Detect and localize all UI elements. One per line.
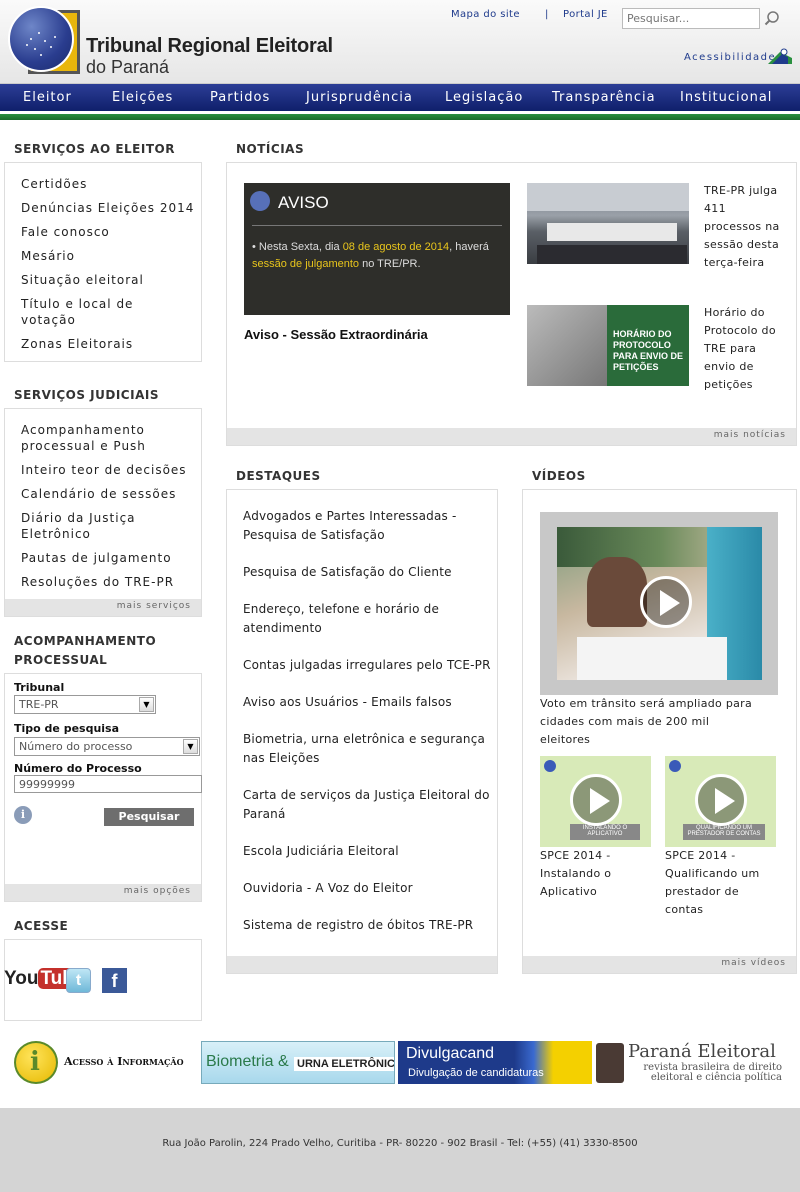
acesso-informacao-label: Acesso à Informação bbox=[64, 1055, 184, 1068]
twitter-icon[interactable]: t bbox=[66, 968, 91, 993]
site-subtitle[interactable]: do Paraná bbox=[86, 57, 169, 78]
videos-title: VÍDEOS bbox=[532, 469, 586, 483]
portal-je-link[interactable]: Portal JE bbox=[563, 9, 608, 20]
acompanhamento-title-2: PROCESSUAL bbox=[14, 653, 108, 667]
video-caption[interactable]: SPCE 2014 - Qualificando um prestador de… bbox=[665, 847, 775, 919]
biometria-banner[interactable]: Biometria & URNA ELETRÔNICA bbox=[201, 1041, 395, 1084]
parana-eleitoral-banner[interactable]: Paraná Eleitoral revista brasileira de d… bbox=[596, 1041, 786, 1084]
servicos-eleitor-title: SERVIÇOS AO ELEITOR bbox=[14, 142, 175, 156]
nav-transparencia[interactable]: Transparência bbox=[552, 90, 656, 105]
news-item-protocolo[interactable]: Horário do Protocolo do TRE para envio d… bbox=[704, 304, 784, 394]
sidebar-item-calendario[interactable]: Calendário de sessões bbox=[21, 486, 176, 502]
acompanhamento-title: ACOMPANHAMENTO bbox=[14, 634, 157, 648]
video-thumbnail[interactable]: QUALIFICANDO UM PRESTADOR DE CONTAS bbox=[665, 756, 776, 847]
destaque-item[interactable]: Carta de serviços da Justiça Eleitoral d… bbox=[243, 786, 493, 824]
news-item-sessao[interactable]: TRE-PR julga 411 processos na sessão des… bbox=[704, 182, 784, 272]
nav-eleicoes[interactable]: Eleições bbox=[112, 90, 173, 105]
destaques-title: DESTAQUES bbox=[236, 469, 321, 483]
destaque-item[interactable]: Contas julgadas irregulares pelo TCE-PR bbox=[243, 656, 493, 675]
sidebar-item-situacao[interactable]: Situação eleitoral bbox=[21, 272, 144, 288]
chevron-down-icon[interactable]: ▼ bbox=[139, 697, 154, 712]
main-video-caption[interactable]: Voto em trânsito será ampliado para cida… bbox=[540, 695, 760, 749]
tipo-pesquisa-select[interactable]: Número do processo ▼ bbox=[14, 737, 200, 756]
acesso-informacao-banner[interactable]: i Acesso à Informação bbox=[14, 1041, 194, 1084]
pesquisar-button[interactable]: Pesquisar bbox=[104, 808, 194, 826]
play-icon[interactable] bbox=[640, 576, 692, 628]
sessao-thumbnail[interactable] bbox=[527, 183, 689, 264]
tipo-pesquisa-label: Tipo de pesquisa bbox=[14, 722, 120, 735]
search-icon[interactable] bbox=[764, 10, 780, 26]
tribunal-select[interactable]: TRE-PR ▼ bbox=[14, 695, 156, 714]
servicos-judiciais-box: Acompanhamento processual e Push Inteiro… bbox=[4, 408, 202, 617]
noticias-title: NOTÍCIAS bbox=[236, 142, 305, 156]
play-icon[interactable] bbox=[570, 774, 622, 826]
sidebar-item-acompanhamento[interactable]: Acompanhamento processual e Push bbox=[21, 422, 181, 454]
destaque-item[interactable]: Pesquisa de Satisfação do Cliente bbox=[243, 563, 493, 582]
divulgacand-banner[interactable]: Divulgacand Divulgação de candidaturas bbox=[398, 1041, 592, 1084]
mais-servicos-link[interactable]: mais serviços bbox=[117, 601, 191, 611]
chevron-down-icon[interactable]: ▼ bbox=[183, 739, 198, 754]
tribunal-label: Tribunal bbox=[14, 681, 65, 694]
tre-logo[interactable] bbox=[8, 6, 80, 74]
search-input[interactable] bbox=[622, 8, 760, 29]
destaque-item[interactable]: Sistema de registro de óbitos TRE-PR bbox=[243, 916, 493, 935]
nav-eleitor[interactable]: Eleitor bbox=[23, 90, 72, 105]
play-icon[interactable] bbox=[695, 774, 747, 826]
nav-institucional[interactable]: Institucional bbox=[680, 90, 772, 105]
sidebar-item-denuncias[interactable]: Denúncias Eleições 2014 bbox=[21, 200, 194, 216]
accessibility-link[interactable]: Acessibilidade bbox=[684, 52, 776, 63]
main-nav: Eleitor Eleições Partidos Jurisprudência… bbox=[0, 84, 800, 114]
tipo-pesquisa-value: Número do processo bbox=[19, 740, 133, 753]
nav-partidos[interactable]: Partidos bbox=[210, 90, 270, 105]
video-thumbnail[interactable]: INSTALANDO O APLICATIVO bbox=[540, 756, 651, 847]
mais-videos-link[interactable]: mais vídeos bbox=[721, 958, 786, 968]
site-header: Tribunal Regional Eleitoral do Paraná Ma… bbox=[0, 0, 800, 84]
destaque-item[interactable]: Ouvidoria - A Voz do Eleitor bbox=[243, 879, 493, 898]
info-icon[interactable]: i bbox=[14, 806, 32, 824]
nav-jurisprudencia[interactable]: Jurisprudência bbox=[306, 90, 413, 105]
sidebar-item-inteiro-teor[interactable]: Inteiro teor de decisões bbox=[21, 462, 187, 478]
sidebar-item-mesario[interactable]: Mesário bbox=[21, 248, 75, 264]
facebook-icon[interactable]: f bbox=[102, 968, 127, 993]
sitemap-link[interactable]: Mapa do site bbox=[451, 9, 520, 20]
main-video-thumbnail[interactable] bbox=[540, 512, 778, 695]
aviso-feature-image[interactable]: AVISO • Nesta Sexta, dia 08 de agosto de… bbox=[244, 183, 510, 315]
sidebar-item-certidoes[interactable]: Certidões bbox=[21, 176, 87, 192]
numero-processo-input[interactable]: 99999999 bbox=[14, 775, 202, 793]
aviso-image-text: • Nesta Sexta, dia 08 de agosto de 2014,… bbox=[252, 241, 489, 270]
mais-opcoes-link[interactable]: mais opções bbox=[124, 886, 191, 896]
accessibility-icon[interactable] bbox=[768, 48, 792, 64]
aviso-headline[interactable]: Aviso - Sessão Extraordinária bbox=[244, 327, 428, 342]
video-thumb-text: INSTALANDO O APLICATIVO bbox=[570, 824, 640, 840]
video-thumb-text: QUALIFICANDO UM PRESTADOR DE CONTAS bbox=[683, 824, 765, 840]
info-icon: i bbox=[30, 1047, 40, 1077]
sidebar-item-diario[interactable]: Diário da Justiça Eletrônico bbox=[21, 510, 171, 542]
destaque-item[interactable]: Aviso aos Usuários - Emails falsos bbox=[243, 693, 493, 712]
nav-legislacao[interactable]: Legislação bbox=[445, 90, 523, 105]
protocolo-thumb-text: HORÁRIO DO PROTOCOLO PARA ENVIO DE PETIÇ… bbox=[607, 305, 689, 386]
numero-processo-label: Número do Processo bbox=[14, 762, 142, 775]
destaque-item[interactable]: Advogados e Partes Interessadas - Pesqui… bbox=[243, 507, 493, 545]
footer-address: Rua João Parolin, 224 Prado Velho, Curit… bbox=[162, 1138, 638, 1149]
sidebar-item-pautas[interactable]: Pautas de julgamento bbox=[21, 550, 172, 566]
sidebar-item-zonas[interactable]: Zonas Eleitorais bbox=[21, 336, 133, 352]
video-caption[interactable]: SPCE 2014 - Instalando o Aplicativo bbox=[540, 847, 640, 901]
site-footer: Rua João Parolin, 224 Prado Velho, Curit… bbox=[0, 1108, 800, 1192]
destaque-item[interactable]: Escola Judiciária Eleitoral bbox=[243, 842, 493, 861]
tribunal-value: TRE-PR bbox=[19, 698, 59, 711]
sidebar-item-resolucoes[interactable]: Resoluções do TRE-PR bbox=[21, 574, 174, 590]
acesse-title: ACESSE bbox=[14, 919, 69, 933]
destaque-item[interactable]: Endereço, telefone e horário de atendime… bbox=[243, 600, 493, 638]
protocolo-thumbnail[interactable]: HORÁRIO DO PROTOCOLO PARA ENVIO DE PETIÇ… bbox=[527, 305, 689, 386]
sidebar-item-titulo[interactable]: Título e local de votação bbox=[21, 296, 171, 328]
mais-noticias-link[interactable]: mais notícias bbox=[714, 430, 786, 440]
servicos-eleitor-box: Certidões Denúncias Eleições 2014 Fale c… bbox=[4, 162, 202, 362]
aviso-image-heading: AVISO bbox=[278, 193, 329, 212]
sidebar-item-fale-conosco[interactable]: Fale conosco bbox=[21, 224, 110, 240]
link-separator: | bbox=[545, 9, 549, 20]
site-title[interactable]: Tribunal Regional Eleitoral bbox=[86, 35, 333, 58]
nav-accent-bar bbox=[0, 114, 800, 120]
servicos-judiciais-title: SERVIÇOS JUDICIAIS bbox=[14, 388, 159, 402]
destaque-item[interactable]: Biometria, urna eletrônica e segurança n… bbox=[243, 730, 493, 768]
